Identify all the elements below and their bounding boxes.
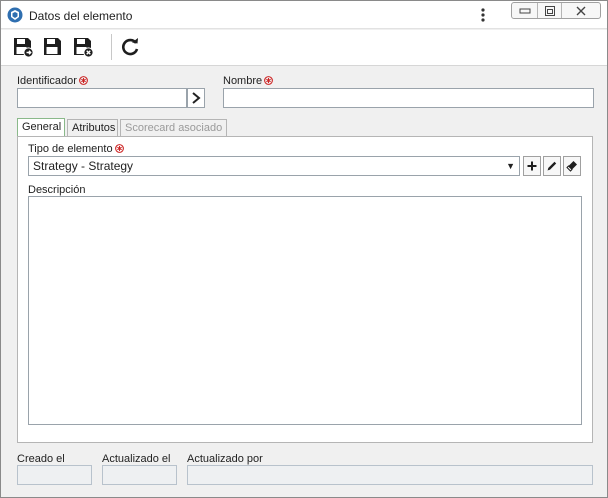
minimize-icon (519, 8, 530, 13)
dropdown-arrow-icon: ▼ (506, 161, 515, 171)
save-and-close-button[interactable] (71, 35, 95, 59)
tab-scorecard-label: Scorecard asociado (125, 122, 223, 134)
window-controls (511, 2, 601, 19)
clear-element-type-button[interactable] (563, 156, 581, 176)
created-field (17, 465, 92, 485)
generate-identifier-button[interactable] (187, 88, 205, 108)
maximize-button[interactable] (538, 3, 562, 18)
refresh-icon (122, 38, 139, 56)
identifier-input[interactable] (17, 88, 187, 108)
pencil-icon (547, 161, 557, 171)
element-type-select[interactable]: Strategy - Strategy ▼ (28, 156, 520, 176)
tab-scorecard-asociado: Scorecard asociado (120, 119, 227, 137)
save-button[interactable] (41, 35, 65, 59)
save-and-new-button[interactable] (11, 35, 35, 59)
name-input[interactable] (223, 88, 594, 108)
maximize-icon (544, 5, 555, 16)
close-button[interactable] (562, 3, 600, 18)
required-icon (79, 76, 88, 85)
element-type-value: Strategy - Strategy (33, 159, 134, 173)
eraser-icon (566, 161, 577, 172)
save-icon (44, 38, 61, 55)
created-label: Creado el (17, 453, 65, 465)
plus-icon (527, 161, 537, 171)
tab-general[interactable]: General (17, 118, 65, 137)
updated-by-field (187, 465, 593, 485)
updated-by-label: Actualizado por (187, 453, 263, 465)
name-label: Nombre (223, 75, 274, 87)
identifier-label: Identificador (17, 75, 88, 87)
toolbar (1, 30, 607, 66)
title-bar: Datos del elemento (1, 1, 607, 29)
window-title: Datos del elemento (29, 9, 133, 23)
add-element-type-button[interactable] (523, 156, 541, 176)
tab-atributos-label: Atributos (72, 122, 116, 134)
close-icon (576, 6, 586, 15)
edit-element-type-button[interactable] (543, 156, 561, 176)
minimize-button[interactable] (512, 3, 538, 18)
element-type-label: Tipo de elemento (28, 143, 124, 155)
required-icon (114, 144, 124, 153)
tab-general-label: General (22, 121, 62, 133)
tab-atributos[interactable]: Atributos (67, 119, 118, 137)
element-type-label-text: Tipo de elemento (28, 143, 113, 155)
save-close-icon (74, 38, 94, 58)
save-plus-icon (14, 38, 34, 58)
more-options-icon[interactable] (477, 7, 489, 23)
identifier-label-text: Identificador (17, 75, 77, 87)
updated-label: Actualizado el (102, 453, 171, 465)
required-icon (264, 76, 274, 85)
description-label: Descripción (28, 184, 86, 196)
app-logo-icon (7, 7, 23, 23)
dialog-window: Datos del elemento Identificador Nombre … (0, 0, 608, 498)
updated-field (102, 465, 177, 485)
toolbar-separator (111, 34, 112, 60)
name-label-text: Nombre (223, 75, 263, 87)
chevron-right-icon (192, 92, 201, 104)
refresh-button[interactable] (118, 35, 142, 59)
description-textarea[interactable] (28, 196, 582, 425)
